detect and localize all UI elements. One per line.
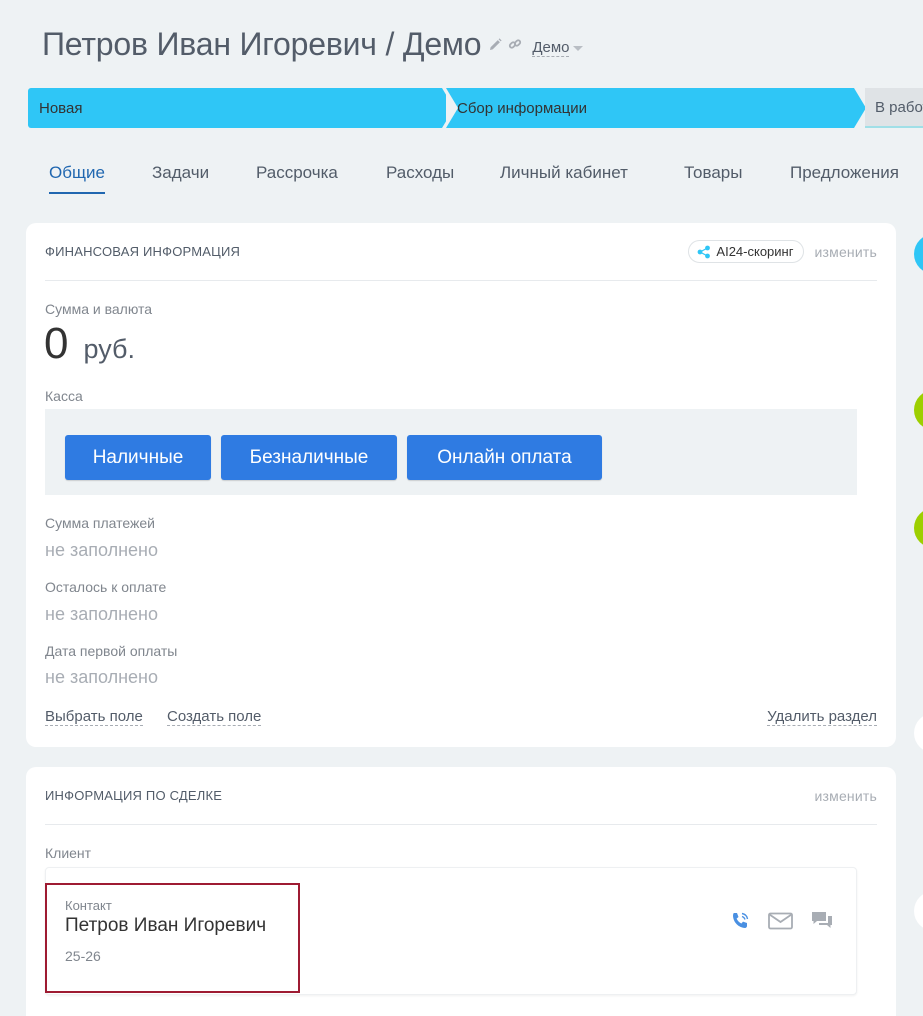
- first-payment-date-value[interactable]: не заполнено: [45, 667, 158, 688]
- payments-sum-label: Сумма платежей: [45, 515, 155, 531]
- edit-link[interactable]: изменить: [814, 788, 877, 804]
- tab-tasks[interactable]: Задачи: [152, 163, 209, 183]
- ai-scoring-label: AI24-скоринг: [716, 244, 794, 259]
- amount-value: 0: [44, 319, 69, 368]
- stage-new[interactable]: Новая: [28, 88, 454, 128]
- card-footer: Выбрать поле Создать поле Удалить раздел: [45, 709, 877, 729]
- ai-scoring-button[interactable]: AI24-скоринг: [688, 240, 805, 263]
- tab-general[interactable]: Общие: [49, 163, 105, 194]
- pencil-icon[interactable]: [489, 37, 502, 51]
- stage-in-progress[interactable]: В работе: [865, 88, 923, 128]
- stage-collect-info[interactable]: Сбор информации: [446, 88, 866, 128]
- client-label: Клиент: [45, 845, 92, 861]
- link-icon[interactable]: [508, 37, 522, 51]
- remaining-value[interactable]: не заполнено: [45, 604, 158, 625]
- select-field-link[interactable]: Выбрать поле: [45, 709, 143, 726]
- timeline-dot: [914, 390, 923, 430]
- amount-label: Сумма и валюта: [45, 301, 153, 317]
- timeline-dot: [914, 508, 923, 548]
- tab-installment[interactable]: Рассрочка: [256, 163, 338, 183]
- page-header: Петров Иван Игоревич / Демо Демо: [42, 22, 584, 66]
- timeline-dot: [914, 713, 923, 753]
- amount-display: 0 руб.: [44, 319, 135, 369]
- category-selector[interactable]: Демо: [532, 39, 570, 57]
- stage-label: Сбор информации: [457, 99, 587, 117]
- card-header: ФИНАНСОВАЯ ИНФОРМАЦИЯ AI24-скоринг измен…: [45, 223, 877, 281]
- edit-link[interactable]: изменить: [814, 244, 877, 260]
- stage-label: Новая: [39, 99, 83, 117]
- payments-sum-value[interactable]: не заполнено: [45, 540, 158, 561]
- delete-section-link[interactable]: Удалить раздел: [767, 709, 877, 726]
- financial-info-card: ФИНАНСОВАЯ ИНФОРМАЦИЯ AI24-скоринг измен…: [26, 223, 896, 747]
- contact-type-label: Контакт: [65, 898, 112, 913]
- client-contact-box: Контакт Петров Иван Игоревич 25-26: [45, 867, 857, 995]
- first-payment-date-label: Дата первой оплаты: [45, 643, 178, 659]
- timeline-dot: [914, 891, 923, 931]
- contact-actions: [729, 910, 834, 932]
- tab-products[interactable]: Товары: [684, 163, 742, 183]
- stage-progress-bar: Новая Сбор информации В работе: [28, 88, 923, 128]
- create-field-link[interactable]: Создать поле: [167, 709, 262, 726]
- remaining-label: Осталось к оплате: [45, 579, 167, 595]
- tab-bar: Общие Задачи Рассрочка Расходы Личный ка…: [27, 155, 923, 195]
- cashbox-label: Касса: [45, 388, 83, 404]
- tab-offers[interactable]: Предложения: [790, 163, 899, 183]
- ai-network-icon: [697, 245, 711, 259]
- timeline-dot: [914, 234, 923, 274]
- phone-icon[interactable]: [729, 910, 751, 932]
- amount-currency: руб.: [83, 334, 135, 364]
- tab-personal-account[interactable]: Личный кабинет: [500, 163, 628, 183]
- chevron-down-icon[interactable]: [573, 45, 584, 51]
- stage-label: В работе: [875, 98, 923, 116]
- contact-phone[interactable]: 25-26: [65, 948, 101, 964]
- card-title: ФИНАНСОВАЯ ИНФОРМАЦИЯ: [45, 244, 241, 259]
- card-title: ИНФОРМАЦИЯ ПО СДЕЛКЕ: [45, 788, 223, 803]
- cashless-payment-button[interactable]: Безналичные: [221, 435, 397, 480]
- deal-info-card: ИНФОРМАЦИЯ ПО СДЕЛКЕ изменить Клиент Кон…: [26, 767, 896, 1016]
- card-header: ИНФОРМАЦИЯ ПО СДЕЛКЕ изменить: [45, 767, 877, 825]
- cash-payment-button[interactable]: Наличные: [65, 435, 211, 480]
- online-payment-button[interactable]: Онлайн оплата: [407, 435, 602, 480]
- card-header-actions: изменить: [814, 788, 877, 804]
- tab-expenses[interactable]: Расходы: [386, 163, 454, 183]
- chat-icon[interactable]: [810, 910, 834, 932]
- card-header-actions: AI24-скоринг изменить: [688, 240, 877, 263]
- page-title: Петров Иван Игоревич / Демо: [42, 25, 482, 62]
- mail-icon[interactable]: [768, 912, 793, 930]
- contact-name-link[interactable]: Петров Иван Игоревич: [65, 915, 266, 937]
- cashbox-panel: Наличные Безналичные Онлайн оплата: [45, 409, 857, 495]
